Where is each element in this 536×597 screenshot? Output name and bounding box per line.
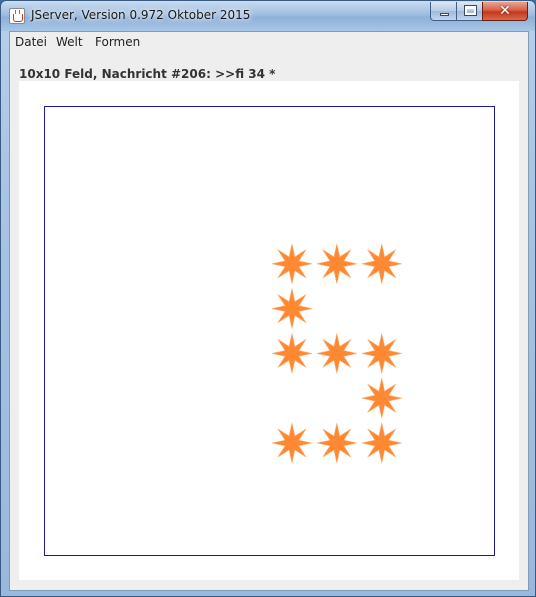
application-window: JServer, Version 0.972 Oktober 2015 ✕ Da… [0, 0, 536, 597]
star-shape [361, 378, 402, 419]
star-shape [271, 422, 313, 464]
star-shape [361, 243, 402, 284]
java-cup-icon[interactable] [9, 8, 25, 24]
menu-bar: Datei Welt Formen [10, 32, 528, 54]
star-shape [271, 288, 313, 329]
menu-welt[interactable]: Welt [56, 35, 83, 49]
star-shape [316, 333, 357, 374]
board-panel [19, 81, 519, 580]
star-shape [316, 243, 357, 284]
star-shape [271, 243, 313, 284]
minimize-icon [440, 13, 449, 16]
title-bar[interactable]: JServer, Version 0.972 Oktober 2015 ✕ [1, 1, 535, 31]
star-shape [316, 422, 357, 464]
maximize-button[interactable] [456, 2, 483, 21]
maximize-icon [464, 5, 477, 16]
board-field[interactable] [44, 106, 495, 556]
client-area: Datei Welt Formen 10x10 Feld, Nachricht … [9, 31, 529, 591]
star-shape [361, 422, 402, 464]
star-shape [271, 333, 313, 374]
menu-formen[interactable]: Formen [95, 35, 140, 49]
menu-datei[interactable]: Datei [15, 35, 47, 49]
star-shape [361, 333, 402, 374]
window-title: JServer, Version 0.972 Oktober 2015 [31, 8, 251, 22]
close-button[interactable]: ✕ [482, 2, 528, 21]
status-message: 10x10 Feld, Nachricht #206: >>fi 34 * [19, 67, 276, 81]
close-icon: ✕ [499, 3, 511, 19]
board-canvas[interactable] [45, 107, 494, 555]
minimize-button[interactable] [430, 2, 457, 21]
